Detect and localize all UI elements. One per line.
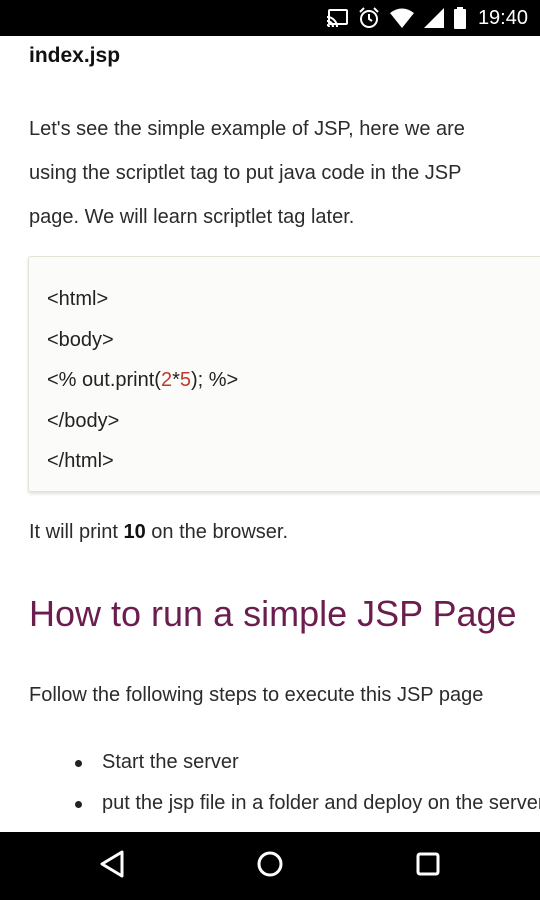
steps-intro: Follow the following steps to execute th… [29, 684, 484, 706]
result-prefix: It will print [29, 521, 124, 543]
code-line: <html> [47, 288, 109, 310]
alarm-icon [358, 7, 380, 29]
status-time: 19:40 [477, 6, 528, 29]
result-suffix: on the browser. [145, 521, 289, 543]
signal-icon [423, 8, 444, 28]
code-text: ); %> [191, 369, 239, 391]
bullet-icon [75, 760, 82, 767]
back-button[interactable] [67, 832, 157, 900]
bullet-icon [75, 801, 82, 808]
code-number: 5 [179, 369, 191, 391]
result-text: It will print 10 on the browser. [29, 521, 288, 544]
code-operator: * [172, 369, 180, 391]
code-line-scriptlet: <% out.print(2*5); %> [47, 360, 238, 401]
home-button[interactable] [225, 832, 315, 900]
file-name-heading: index.jsp [29, 44, 121, 67]
intro-line: using the scriptlet tag to put java code… [29, 162, 462, 184]
recents-button[interactable] [383, 832, 473, 900]
intro-line: Let's see the simple example of JSP, her… [29, 118, 465, 140]
code-block: <html> <body> <% out.print(2*5); %> </bo… [28, 256, 540, 492]
recents-icon [416, 852, 440, 881]
navigation-bar [0, 832, 540, 900]
code-line: <body> [47, 328, 114, 351]
wifi-icon [389, 8, 414, 28]
section-heading: How to run a simple JSP Page [29, 593, 517, 634]
code-line: </html> [47, 450, 114, 472]
home-icon [256, 850, 284, 883]
back-icon [99, 850, 125, 883]
code-line: </body> [47, 409, 120, 432]
article-content[interactable]: index.jsp Let's see the simple example o… [0, 36, 540, 832]
intro-line: page. We will learn scriptlet tag later. [29, 206, 355, 228]
code-number: 2 [160, 369, 173, 391]
code-text: <% out.print( [47, 369, 161, 391]
status-bar: 19:40 [0, 0, 540, 36]
code-lines: <html> <body> <% out.print(2*5); %> </bo… [47, 279, 238, 482]
status-icons: 19:40 [326, 0, 528, 36]
cast-icon [326, 9, 348, 27]
step-text: Start the server [102, 751, 239, 773]
battery-icon [453, 7, 466, 29]
result-value: 10 [123, 521, 146, 543]
step-text: put the jsp file in a folder and deploy … [102, 792, 540, 814]
intro-paragraph: Let's see the simple example of JSP, her… [29, 107, 540, 239]
